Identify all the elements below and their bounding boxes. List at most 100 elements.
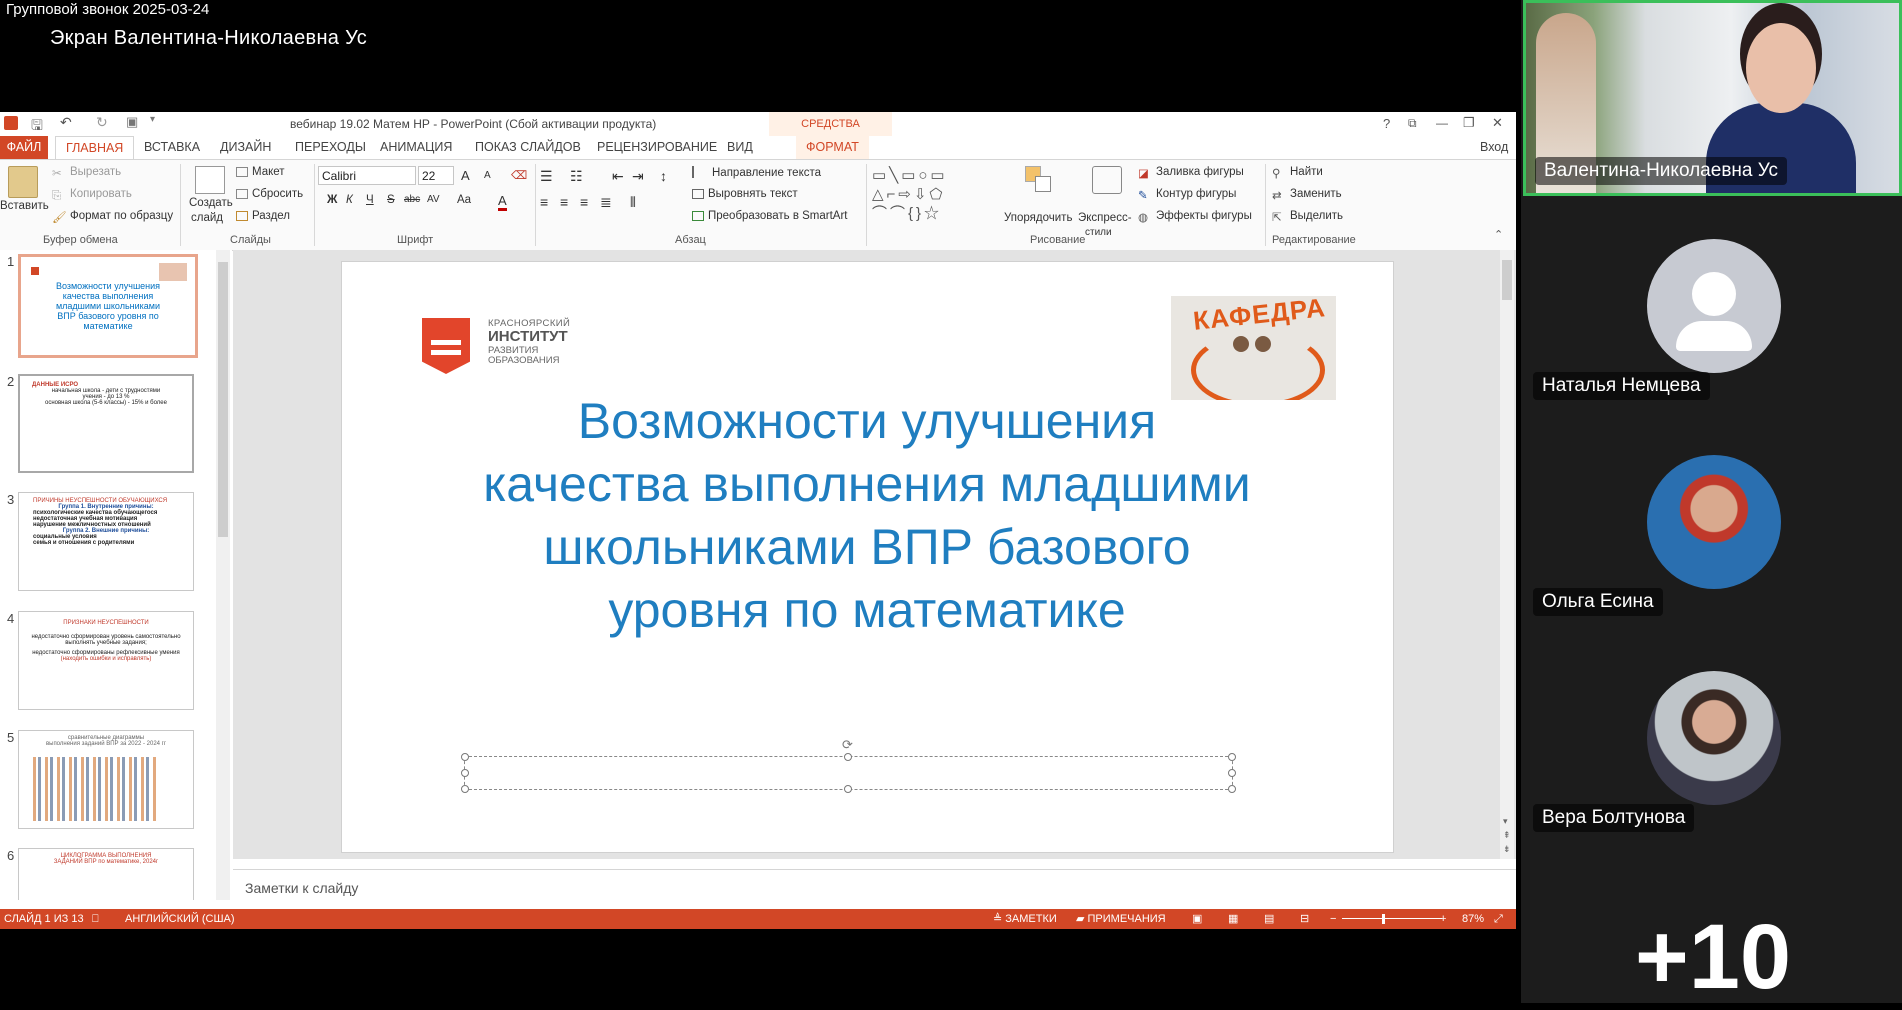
- slide-scrollbar[interactable]: ▾ ⇞ ⇟: [1500, 250, 1514, 859]
- font-size-combo[interactable]: 22: [418, 166, 454, 185]
- undo-icon[interactable]: ↶: [60, 114, 72, 131]
- zoom-level[interactable]: 87%: [1462, 909, 1484, 929]
- tab-file[interactable]: ФАЙЛ: [0, 136, 48, 159]
- resize-handle[interactable]: [461, 785, 469, 793]
- next-slide-icon[interactable]: ⇟: [1503, 844, 1511, 855]
- slideshow-view-icon[interactable]: ⊟: [1300, 909, 1309, 929]
- resize-handle[interactable]: [1228, 785, 1236, 793]
- new-slide-button[interactable]: Создать: [189, 197, 233, 209]
- format-painter-button[interactable]: 🖌 Формат по образцу: [52, 210, 173, 224]
- notes-pane[interactable]: Заметки к слайду: [233, 869, 1516, 910]
- tab-transitions[interactable]: ПЕРЕХОДЫ: [285, 136, 376, 159]
- font-name-combo[interactable]: Calibri: [318, 166, 416, 185]
- line-spacing-icon[interactable]: ↕: [660, 168, 667, 184]
- quick-styles-button[interactable]: Экспресс-: [1078, 212, 1132, 224]
- resize-handle[interactable]: [844, 785, 852, 793]
- font-color-button[interactable]: A: [498, 193, 507, 211]
- language-indicator[interactable]: АНГЛИЙСКИЙ (США): [125, 909, 235, 929]
- collapse-ribbon-icon[interactable]: ⌃: [1494, 228, 1503, 241]
- arrange-icon[interactable]: [1025, 166, 1051, 192]
- slide-thumbnail-2[interactable]: ДАННЫЕ ИСРО начальная школа - дети с тру…: [18, 374, 194, 473]
- reading-view-icon[interactable]: ▤: [1264, 909, 1274, 929]
- more-participants-count[interactable]: +10: [1635, 905, 1791, 1010]
- quick-styles-icon[interactable]: [1092, 166, 1122, 194]
- shape-effects-button[interactable]: ◍ Эффекты фигуры: [1138, 210, 1252, 224]
- select-button[interactable]: ⇱ Выделить: [1272, 210, 1343, 224]
- close-icon[interactable]: ✕: [1492, 115, 1503, 131]
- resize-handle[interactable]: [461, 753, 469, 761]
- numbering-icon[interactable]: ☷: [570, 168, 583, 185]
- prev-slide-icon[interactable]: ⇞: [1503, 830, 1511, 841]
- clear-formatting-icon[interactable]: ⌫: [511, 168, 527, 182]
- notes-toggle-button[interactable]: ≜ ЗАМЕТКИ: [993, 909, 1057, 929]
- slide-sorter-icon[interactable]: ▦: [1228, 909, 1238, 929]
- paste-icon[interactable]: [8, 166, 38, 198]
- restore-icon[interactable]: ❐: [1463, 115, 1475, 131]
- zoom-out-icon[interactable]: −: [1330, 909, 1336, 929]
- bold-button[interactable]: Ж: [327, 194, 337, 206]
- subtitle-placeholder[interactable]: ⟳: [461, 737, 1236, 793]
- increase-indent-icon[interactable]: ⇥: [632, 168, 644, 185]
- comments-toggle-button[interactable]: ▰ ПРИМЕЧАНИЯ: [1076, 909, 1166, 929]
- tab-insert[interactable]: ВСТАВКА: [134, 136, 210, 159]
- slide-thumbnail-1[interactable]: Возможности улучшения качества выполнени…: [18, 254, 198, 358]
- spellcheck-icon[interactable]: ⎕: [92, 909, 99, 929]
- shape-outline-button[interactable]: ✎ Контур фигуры: [1138, 188, 1236, 202]
- section-button[interactable]: Раздел: [236, 210, 290, 222]
- quick-styles-button-line2[interactable]: стили: [1085, 227, 1112, 238]
- align-text-button[interactable]: Выровнять текст: [692, 188, 798, 200]
- active-speaker-video[interactable]: Валентина-Николаевна Ус: [1523, 0, 1902, 196]
- fit-slide-icon[interactable]: ⤢: [1494, 909, 1503, 929]
- find-button[interactable]: ⚲ Найти: [1272, 166, 1323, 180]
- participant-avatar-photo[interactable]: [1647, 455, 1781, 589]
- slide-thumbnail-4[interactable]: ПРИЗНАКИ НЕУСПЕШНОСТИ недостаточно сформ…: [18, 611, 194, 710]
- change-case-button[interactable]: Aa: [457, 194, 471, 206]
- slide-thumbnail-3[interactable]: ПРИЧИНЫ НЕУСПЕШНОСТИ ОБУЧАЮЩИХСЯ Группа …: [18, 492, 194, 591]
- start-slideshow-icon[interactable]: ▣: [126, 114, 138, 130]
- slide-title[interactable]: Возможности улучшения качества выполнени…: [482, 390, 1252, 642]
- customize-toolbar-icon[interactable]: ▾: [150, 114, 155, 125]
- tab-design[interactable]: ДИЗАЙН: [210, 136, 281, 159]
- tab-slideshow[interactable]: ПОКАЗ СЛАЙДОВ: [465, 136, 591, 159]
- align-center-icon[interactable]: ≡: [560, 194, 568, 210]
- layout-button[interactable]: Макет: [236, 166, 285, 178]
- resize-handle[interactable]: [1228, 769, 1236, 777]
- shape-fill-button[interactable]: ◪ Заливка фигуры: [1138, 166, 1244, 180]
- decrease-indent-icon[interactable]: ⇤: [612, 168, 624, 185]
- shadow-button[interactable]: S: [387, 194, 395, 206]
- align-right-icon[interactable]: ≡: [580, 194, 588, 210]
- tab-home[interactable]: ГЛАВНАЯ: [55, 136, 135, 160]
- cut-button[interactable]: ✂ Вырезать: [52, 166, 121, 180]
- columns-icon[interactable]: ⫴: [630, 194, 636, 211]
- bullets-icon[interactable]: ☰: [540, 168, 553, 185]
- italic-button[interactable]: К: [346, 194, 353, 206]
- tab-view[interactable]: ВИД: [717, 136, 763, 159]
- copy-button[interactable]: ⎘ Копировать: [52, 188, 132, 202]
- convert-smartart-button[interactable]: Преобразовать в SmartArt: [692, 210, 848, 222]
- tab-format[interactable]: ФОРМАТ: [796, 136, 869, 159]
- zoom-slider-thumb[interactable]: [1382, 914, 1385, 924]
- zoom-slider[interactable]: [1342, 918, 1442, 919]
- underline-button[interactable]: Ч: [366, 194, 374, 206]
- arrange-button[interactable]: Упорядочить: [1004, 212, 1072, 224]
- new-slide-button-line2[interactable]: слайд: [191, 212, 223, 224]
- participant-avatar-photo[interactable]: [1647, 671, 1781, 805]
- slide-thumbnail-5[interactable]: сравнительные диаграммы выполнения задан…: [18, 730, 194, 829]
- tab-review[interactable]: РЕЦЕНЗИРОВАНИЕ: [587, 136, 727, 159]
- normal-view-icon[interactable]: ▣: [1192, 909, 1202, 929]
- redo-icon[interactable]: ↻: [96, 114, 108, 131]
- text-direction-button[interactable]: Направление текста: [692, 166, 821, 179]
- current-slide[interactable]: КРАСНОЯРСКИЙ ИНСТИТУТ РАЗВИТИЯ ОБРАЗОВАН…: [341, 261, 1394, 853]
- slide-scrollbar-thumb[interactable]: [1502, 260, 1512, 300]
- shrink-font-button[interactable]: A: [484, 170, 491, 181]
- tab-animation[interactable]: АНИМАЦИЯ: [370, 136, 462, 159]
- resize-handle[interactable]: [461, 769, 469, 777]
- align-left-icon[interactable]: ≡: [540, 194, 548, 210]
- minimize-icon[interactable]: —: [1436, 116, 1448, 130]
- slide-thumbnail-6[interactable]: ЦИКЛОГРАММА ВЫПОЛНЕНИЯ ЗАДАНИЙ ВПР по ма…: [18, 848, 194, 900]
- resize-handle[interactable]: [844, 753, 852, 761]
- scroll-down-icon[interactable]: ▾: [1503, 816, 1508, 827]
- ribbon-display-options-icon[interactable]: ⧉: [1408, 116, 1417, 131]
- participant-avatar-default[interactable]: [1647, 239, 1781, 373]
- strikethrough-button[interactable]: abc: [404, 194, 420, 205]
